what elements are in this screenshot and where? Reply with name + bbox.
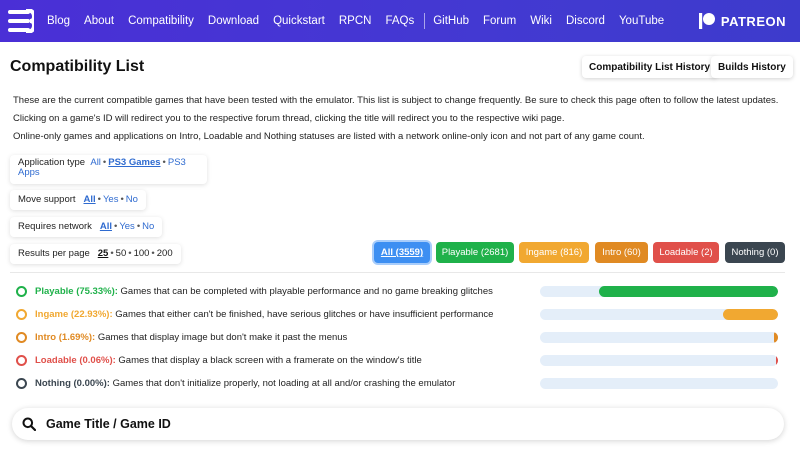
- loadable-progress-fill: [775, 355, 778, 366]
- intro-text-3: Online-only games and applications on In…: [13, 131, 645, 142]
- status-playable-button[interactable]: Playable (2681): [436, 242, 514, 263]
- nav-faqs[interactable]: FAQs: [385, 15, 414, 27]
- nav-separator: [424, 13, 426, 29]
- requires-network-filter: Requires network All • Yes • No: [10, 217, 163, 237]
- status-intro-label: Intro (60): [602, 247, 641, 258]
- loadable-status-label: Loadable (0.06%):: [35, 354, 116, 366]
- status-row-intro: Intro (1.69%): Games that display image …: [16, 329, 784, 345]
- nav-discord[interactable]: Discord: [566, 15, 605, 27]
- results-per-page-label: Results per page: [18, 248, 90, 259]
- app-type-ps3-apps[interactable]: PS3: [168, 157, 186, 168]
- search-icon: [22, 417, 36, 431]
- status-nothing-button[interactable]: Nothing (0): [725, 242, 785, 263]
- status-intro-button[interactable]: Intro (60): [595, 242, 648, 263]
- ingame-progress-fill: [723, 309, 778, 320]
- move-support-yes[interactable]: Yes: [103, 194, 119, 205]
- ingame-status-label: Ingame (22.93%):: [35, 308, 113, 320]
- intro-status-desc: Games that display image but don't make …: [97, 331, 348, 343]
- patreon-label: PATREON: [720, 13, 786, 29]
- network-no[interactable]: No: [142, 221, 154, 232]
- ingame-status-desc: Games that either can't be finished, hav…: [115, 308, 494, 320]
- move-support-label: Move support: [18, 194, 76, 205]
- status-all-button[interactable]: All (3559): [374, 242, 430, 263]
- status-all-label: All (3559): [380, 247, 424, 258]
- nothing-status-icon: [16, 377, 27, 389]
- status-playable-label: Playable (2681): [441, 247, 509, 258]
- loadable-status-desc: Games that display a black screen with a…: [118, 354, 422, 366]
- nav-forum[interactable]: Forum: [483, 15, 516, 27]
- playable-progress-track: [540, 286, 778, 297]
- move-support-filter: Move support All • Yes • No: [10, 190, 146, 210]
- page-title: Compatibility List: [10, 58, 145, 75]
- nav-github[interactable]: GitHub: [433, 15, 469, 27]
- intro-progress-fill: [773, 332, 778, 343]
- network-all[interactable]: All: [100, 221, 112, 232]
- move-support-no[interactable]: No: [126, 194, 138, 205]
- divider: [10, 272, 785, 273]
- nothing-status-label: Nothing (0.00%):: [35, 377, 110, 389]
- loadable-status-icon: [16, 354, 27, 366]
- move-support-all[interactable]: All: [83, 194, 95, 205]
- builds-history-button[interactable]: Builds History: [711, 56, 793, 78]
- intro-text-1: These are the current compatible games t…: [13, 95, 779, 106]
- per-page-100[interactable]: 100: [134, 248, 150, 259]
- playable-status-desc: Games that can be completed with playabl…: [120, 285, 493, 297]
- intro-status-label: Intro (1.69%):: [35, 331, 96, 343]
- status-row-playable: Playable (75.33%): Games that can be com…: [16, 283, 784, 299]
- intro-status-icon: [16, 331, 27, 343]
- nav-download[interactable]: Download: [208, 15, 259, 27]
- nav-blog[interactable]: Blog: [47, 15, 70, 27]
- ingame-status-icon: [16, 308, 27, 320]
- status-loadable-label: Loadable (2): [659, 247, 713, 258]
- search-input[interactable]: [46, 417, 746, 431]
- nav-links: Blog About Compatibility Download Quicks…: [47, 0, 678, 42]
- status-nothing-label: Nothing (0): [731, 247, 779, 258]
- nav-about[interactable]: About: [84, 15, 114, 27]
- playable-status-label: Playable (75.33%):: [35, 285, 118, 297]
- per-page-25[interactable]: 25: [98, 248, 109, 259]
- status-row-ingame: Ingame (22.93%): Games that either can't…: [16, 306, 784, 322]
- top-navigation: Blog About Compatibility Download Quicks…: [0, 0, 800, 42]
- ingame-progress-track: [540, 309, 778, 320]
- app-type-ps3-apps-cont[interactable]: Apps: [18, 167, 40, 178]
- status-row-nothing: Nothing (0.00%): Games that don't initia…: [16, 375, 784, 391]
- nothing-progress-track: [540, 378, 778, 389]
- loadable-progress-track: [540, 355, 778, 366]
- requires-network-label: Requires network: [18, 221, 92, 232]
- compatibility-history-button[interactable]: Compatibility List History: [582, 56, 718, 78]
- status-ingame-button[interactable]: Ingame (816): [519, 242, 589, 263]
- status-loadable-button[interactable]: Loadable (2): [653, 242, 719, 263]
- nothing-status-desc: Games that don't initialize properly, no…: [112, 377, 456, 389]
- per-page-50[interactable]: 50: [116, 248, 127, 259]
- patreon-link[interactable]: PATREON: [698, 12, 786, 30]
- nav-rpcn[interactable]: RPCN: [339, 15, 372, 27]
- playable-status-icon: [16, 285, 27, 297]
- playable-progress-fill: [598, 286, 778, 297]
- app-type-ps3-games[interactable]: PS3 Games: [108, 157, 160, 168]
- intro-progress-track: [540, 332, 778, 343]
- nav-compatibility[interactable]: Compatibility: [128, 15, 194, 27]
- nav-wiki[interactable]: Wiki: [530, 15, 552, 27]
- intro-text-2: Clicking on a game's ID will redirect yo…: [13, 113, 565, 124]
- per-page-200[interactable]: 200: [157, 248, 173, 259]
- status-row-loadable: Loadable (0.06%): Games that display a b…: [16, 352, 784, 368]
- nav-quickstart[interactable]: Quickstart: [273, 15, 325, 27]
- search-bar: [12, 408, 784, 440]
- results-per-page-filter: Results per page 25 • 50 • 100 • 200: [10, 244, 181, 264]
- nav-youtube[interactable]: YouTube: [619, 15, 664, 27]
- rpcs3-logo-icon[interactable]: [8, 9, 34, 33]
- patreon-icon: [698, 13, 715, 29]
- app-type-all[interactable]: All: [90, 157, 101, 168]
- network-yes[interactable]: Yes: [119, 221, 135, 232]
- application-type-filter: Application type All • PS3 Games • PS3 Apps: [10, 155, 207, 184]
- status-ingame-label: Ingame (816): [525, 247, 583, 258]
